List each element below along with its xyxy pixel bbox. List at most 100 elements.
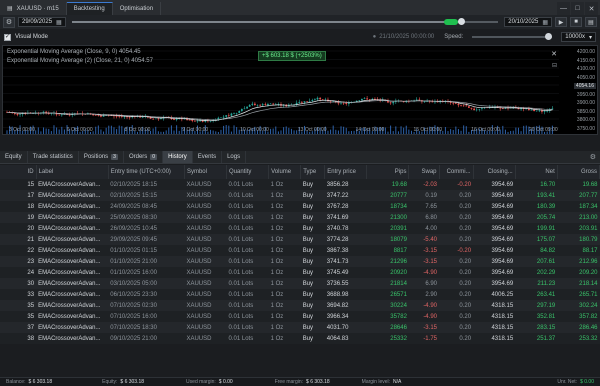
volume-bar xyxy=(468,131,470,134)
volume-bar xyxy=(332,125,334,134)
close-button[interactable]: ✕ xyxy=(585,2,598,15)
candle-body xyxy=(473,108,476,111)
column-header[interactable]: Entry time (UTC+0:00) xyxy=(108,165,185,179)
table-row[interactable]: 19 EMACrossoverAdvan... 25/09/2025 08:30 XA… xyxy=(0,212,600,223)
tab-backtesting[interactable]: Backtesting xyxy=(66,2,113,15)
settings-gear-icon[interactable]: ⚙ xyxy=(3,16,15,28)
table-row[interactable]: 37 EMACrossoverAdvan... 07/10/2025 18:30 XA… xyxy=(0,322,600,333)
tab-symbol-label: XAUUSD · m15 xyxy=(16,5,59,12)
column-header[interactable]: Symbol xyxy=(184,165,228,179)
column-header[interactable]: Net xyxy=(515,165,558,179)
tab-logs[interactable]: Logs xyxy=(222,151,247,163)
ema-fast-label: Exponential Moving Average (Close, 9, 0)… xyxy=(7,49,141,55)
tab-positions[interactable]: Positions 3 xyxy=(79,151,124,163)
table-cell: 1 Oz xyxy=(268,223,301,234)
table-cell: 4318.15 xyxy=(473,300,516,311)
tab-symbol[interactable]: ▤ XAUUSD · m15 xyxy=(0,2,67,15)
table-cell: 3954.69 xyxy=(473,234,516,245)
candle-body xyxy=(308,100,311,102)
table-row[interactable]: 30 EMACrossoverAdvan... 03/10/2025 05:00 XA… xyxy=(0,278,600,289)
speed-multiplier-select[interactable]: 10000x ▾ xyxy=(561,32,596,42)
table-cell: 33 xyxy=(0,289,37,300)
volume-bar xyxy=(455,126,457,134)
table-row[interactable]: 24 EMACrossoverAdvan... 01/10/2025 16:00 XA… xyxy=(0,267,600,278)
end-date-field[interactable]: 20/10/2025 ▦ xyxy=(504,17,552,27)
time-tick-label: 6 Oct 00:00 xyxy=(66,127,93,133)
tab-optimisation[interactable]: Optimisation xyxy=(113,2,162,15)
table-row[interactable]: 20 EMACrossoverAdvan... 26/09/2025 10:45 XA… xyxy=(0,223,600,234)
collapse-icon[interactable]: ⊟ xyxy=(552,62,557,69)
speed-slider[interactable] xyxy=(472,33,553,40)
table-row[interactable]: 35 EMACrossoverAdvan... 07/10/2025 16:00 XA… xyxy=(0,311,600,322)
stop-button[interactable]: ■ xyxy=(570,17,582,27)
play-button[interactable]: ▶ xyxy=(555,17,567,27)
table-cell: 20920 xyxy=(366,267,409,278)
table-cell: 06/10/2025 23:30 xyxy=(108,289,185,300)
table-row[interactable]: 23 EMACrossoverAdvan... 01/10/2025 21:00 XA… xyxy=(0,256,600,267)
tab-equity[interactable]: Equity xyxy=(0,151,28,163)
table-row[interactable]: 15 EMACrossoverAdvan... 02/10/2025 18:15 XA… xyxy=(0,179,600,190)
maximize-button[interactable]: □ xyxy=(571,2,584,15)
column-header[interactable]: Commi... xyxy=(439,165,474,179)
candle-body xyxy=(251,103,254,105)
candle-body xyxy=(233,113,235,114)
volume-bar xyxy=(327,130,329,134)
column-header[interactable]: ID xyxy=(0,165,37,179)
volume-bar xyxy=(275,126,277,134)
volume-bar xyxy=(178,130,180,134)
table-row[interactable]: 38 EMACrossoverAdvan... 09/10/2025 21:00 XA… xyxy=(0,333,600,344)
column-header[interactable]: Volume xyxy=(268,165,302,179)
table-cell: 07/10/2025 02:30 xyxy=(108,300,185,311)
progress-knob[interactable] xyxy=(457,18,465,25)
candle-body xyxy=(389,102,392,104)
column-header[interactable]: Type xyxy=(300,165,326,179)
backtest-progress-slider[interactable] xyxy=(71,18,499,25)
close-icon[interactable]: ✕ xyxy=(551,50,557,58)
column-header[interactable]: Pips xyxy=(366,165,410,179)
tab-events[interactable]: Events xyxy=(193,151,223,163)
table-cell: 0.20 xyxy=(439,234,474,245)
column-header[interactable]: Quantity xyxy=(226,165,270,179)
free-margin-value: $ 6 303.18 xyxy=(306,379,330,385)
candle-body xyxy=(102,115,105,117)
table-cell: 0.01 Lots xyxy=(226,322,269,333)
table-row[interactable]: 21 EMACrossoverAdvan... 29/09/2025 09:45 XA… xyxy=(0,234,600,245)
report-icon[interactable]: ▤ xyxy=(585,17,597,27)
tab-trade-statistics[interactable]: Trade statistics xyxy=(28,151,79,163)
table-row[interactable]: 18 EMACrossoverAdvan... 24/09/2025 08:45 XA… xyxy=(0,201,600,212)
visual-mode-checkbox[interactable]: ✓ xyxy=(4,33,11,41)
candle-body xyxy=(306,101,308,102)
tab-history[interactable]: History xyxy=(163,151,193,163)
table-row[interactable]: 33 EMACrossoverAdvan... 06/10/2025 23:30 XA… xyxy=(0,289,600,300)
table-cell: Buy xyxy=(300,333,325,344)
table-cell: XAUUSD xyxy=(184,190,227,201)
table-row[interactable]: 17 EMACrossoverAdvan... 02/10/2025 15:15 XA… xyxy=(0,190,600,201)
equity-readout: Equity: $ 6 303.18 xyxy=(96,379,150,385)
table-cell: 21296 xyxy=(366,256,409,267)
table-cell: XAUUSD xyxy=(184,256,227,267)
table-cell: 07/10/2025 16:00 xyxy=(108,311,185,322)
panel-settings-icon[interactable]: ⚙ xyxy=(590,151,600,163)
column-header[interactable]: Closing... xyxy=(473,165,516,179)
candle-body xyxy=(100,115,102,117)
volume-bar xyxy=(337,130,339,134)
column-header[interactable]: Label xyxy=(36,165,109,179)
table-row[interactable]: 22 EMACrossoverAdvan... 01/10/2025 01:15 XA… xyxy=(0,245,600,256)
volume-bar xyxy=(157,131,159,134)
tab-orders[interactable]: Orders 0 xyxy=(124,151,164,163)
start-date-field[interactable]: 29/09/2025 ▦ xyxy=(18,17,66,27)
table-row[interactable]: 35 EMACrossoverAdvan... 07/10/2025 02:30 XA… xyxy=(0,300,600,311)
minimize-button[interactable]: — xyxy=(557,2,570,15)
column-header[interactable]: Gross xyxy=(557,165,600,179)
column-header[interactable]: Swap xyxy=(408,165,440,179)
column-header[interactable]: Entry price xyxy=(324,165,368,179)
history-table-container[interactable]: ID Label Entry time (UTC+0:00) Symbol Quanti… xyxy=(0,165,600,377)
table-cell: 4.00 xyxy=(408,223,439,234)
table-cell: 09/10/2025 21:00 xyxy=(108,333,185,344)
speed-knob[interactable] xyxy=(545,33,553,40)
table-header-row: ID Label Entry time (UTC+0:00) Symbol Quanti… xyxy=(0,165,600,179)
table-cell: XAUUSD xyxy=(184,223,227,234)
candle-body xyxy=(267,103,269,106)
price-chart[interactable]: Exponential Moving Average (Close, 9, 0)… xyxy=(2,45,598,135)
table-cell: 357.82 xyxy=(557,311,600,322)
